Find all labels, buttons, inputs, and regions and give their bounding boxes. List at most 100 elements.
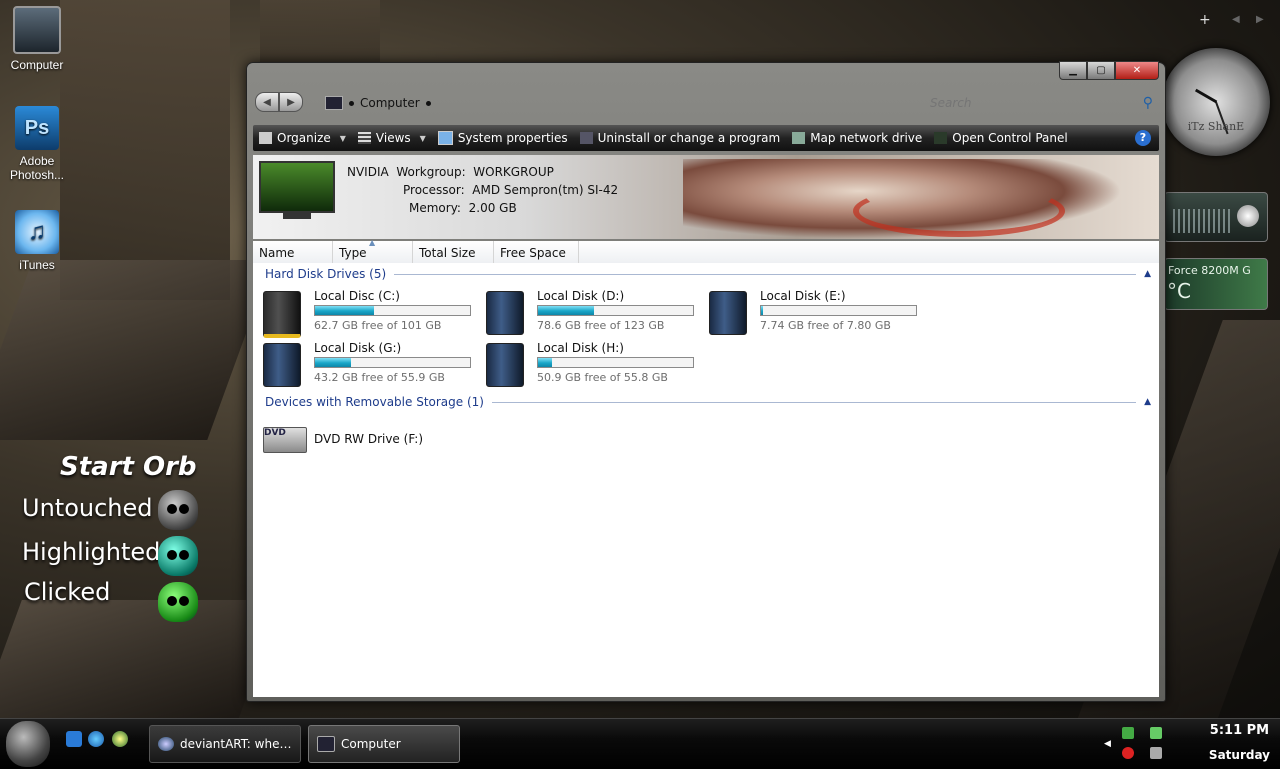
forward-button[interactable]: ▶ <box>279 92 303 112</box>
drive-free-space: 62.7 GB free of 101 GB <box>314 319 442 332</box>
collapse-chevron-icon[interactable]: ▲ <box>1144 269 1151 279</box>
taskbar-clock[interactable]: 5:11 PM Saturday <box>1209 723 1270 762</box>
clock-gadget[interactable]: iTz ShanE <box>1162 48 1270 156</box>
desktop-icon-label: Computer <box>10 58 64 72</box>
hard-drive-icon <box>709 291 747 335</box>
desktop-icon-photoshop[interactable]: Ps Adobe Photosh... <box>1 106 73 182</box>
drive-free-space: 43.2 GB free of 55.9 GB <box>314 371 445 384</box>
drive-d[interactable]: Local Disk (D:) 78.6 GB free of 123 GB <box>476 287 694 335</box>
uninstall-program-button[interactable]: Uninstall or change a program <box>574 131 787 145</box>
collapse-chevron-icon[interactable]: ▲ <box>1144 397 1151 407</box>
computer-small-icon <box>317 736 335 752</box>
breadcrumb-computer[interactable]: Computer <box>360 96 420 110</box>
drive-g[interactable]: Local Disk (G:) 43.2 GB free of 55.9 GB <box>253 339 471 387</box>
sidebar-add-gadget-icon[interactable]: + <box>1199 12 1211 28</box>
task-computer[interactable]: Computer <box>308 725 460 763</box>
drive-usage-fill <box>538 358 552 367</box>
file-list: Hard Disk Drives (5) ▲ Local Disc (C:) 6… <box>253 263 1159 697</box>
drive-h[interactable]: Local Disk (H:) 50.9 GB free of 55.8 GB <box>476 339 694 387</box>
sort-ascending-icon: ▲ <box>369 238 376 247</box>
drive-name: Local Disk (D:) <box>537 289 625 303</box>
group-removable-storage[interactable]: Devices with Removable Storage (1) ▲ <box>265 395 1151 409</box>
window-controls: ▁ ▢ ✕ <box>1059 61 1159 80</box>
volume-tray-icon[interactable] <box>1150 747 1162 759</box>
system-properties-label: System properties <box>457 131 568 145</box>
search-box: ⚲ <box>928 93 1153 113</box>
security-tray-icon[interactable] <box>1122 747 1134 759</box>
maximize-button[interactable]: ▢ <box>1087 61 1115 80</box>
column-header-name[interactable]: Name <box>253 241 333 263</box>
tray-expand-icon[interactable]: ◀ <box>1104 739 1116 751</box>
desktop-icon-label: iTunes <box>19 258 55 272</box>
task-deviantart[interactable]: deviantART: where ... <box>149 725 301 763</box>
group-title: Devices with Removable Storage (1) <box>265 395 484 409</box>
network-tray-icon[interactable] <box>1122 727 1134 739</box>
group-hard-disk-drives[interactable]: Hard Disk Drives (5) ▲ <box>265 267 1151 281</box>
drive-usage-fill <box>315 306 374 315</box>
drive-usage-bar <box>537 305 694 316</box>
navigation-bar: ◀ ▶ Computer ⚲ <box>253 89 1159 117</box>
hard-drive-icon <box>263 343 301 387</box>
gpu-temp-unit: °C <box>1167 279 1191 303</box>
command-bar: Organize ▼ Views ▼ System properties Uni… <box>253 125 1159 151</box>
workgroup-label: Workgroup: <box>396 165 466 179</box>
chevron-down-icon: ▼ <box>419 133 426 143</box>
system-drive-icon <box>263 291 301 338</box>
browser-icon[interactable] <box>112 731 128 747</box>
dvd-drive-icon: DVD <box>263 427 307 453</box>
computer-thumbnail <box>259 161 335 219</box>
clock-hour-hand <box>1194 88 1218 104</box>
taskbar-time: 5:11 PM <box>1209 723 1270 738</box>
organize-button[interactable]: Organize ▼ <box>253 131 352 145</box>
group-divider <box>394 273 1137 275</box>
skull-grey-icon <box>158 490 198 530</box>
address-bar[interactable]: Computer <box>325 93 845 113</box>
sidebar-next-icon[interactable]: ▶ <box>1256 14 1264 25</box>
help-icon[interactable]: ? <box>1135 130 1151 146</box>
show-desktop-icon[interactable] <box>66 731 82 747</box>
close-button[interactable]: ✕ <box>1115 61 1159 80</box>
group-divider <box>491 401 1137 403</box>
start-orb-button[interactable] <box>6 721 50 767</box>
drive-c[interactable]: Local Disc (C:) 62.7 GB free of 101 GB <box>253 287 471 338</box>
column-header-total-size[interactable]: Total Size <box>413 241 494 263</box>
drive-name: Local Disc (C:) <box>314 289 400 303</box>
processor-value: AMD Sempron(tm) SI-42 <box>472 183 619 197</box>
views-icon <box>357 132 371 144</box>
skull-teal-icon <box>158 536 198 576</box>
map-network-drive-label: Map network drive <box>810 131 923 145</box>
organize-label: Organize <box>277 131 331 145</box>
open-control-panel-button[interactable]: Open Control Panel <box>928 131 1073 145</box>
workgroup-value: WORKGROUP <box>473 165 554 179</box>
back-button[interactable]: ◀ <box>255 92 279 112</box>
column-header-type[interactable]: ▲ Type <box>333 238 413 263</box>
drive-e[interactable]: Local Disk (E:) 7.74 GB free of 7.80 GB <box>699 287 917 335</box>
volume-gadget[interactable] <box>1164 192 1268 242</box>
desktop-icon-itunes[interactable]: ♫ iTunes <box>1 210 73 272</box>
drive-name: Local Disk (G:) <box>314 341 402 355</box>
uninstall-program-icon <box>579 132 593 144</box>
internet-explorer-icon[interactable] <box>88 731 104 747</box>
search-icon[interactable]: ⚲ <box>1143 95 1153 111</box>
desktop-icon-computer[interactable]: Computer <box>1 6 73 72</box>
map-network-drive-button[interactable]: Map network drive <box>786 131 928 145</box>
orb-legend-highlighted: Highlighted <box>22 538 161 566</box>
drive-usage-fill <box>315 358 351 367</box>
search-input[interactable] <box>928 95 1112 111</box>
drive-name: Local Disk (H:) <box>537 341 624 355</box>
clock-gadget-label: iTz ShanE <box>1187 120 1245 133</box>
drive-name: Local Disk (E:) <box>760 289 846 303</box>
system-properties-button[interactable]: System properties <box>432 131 574 145</box>
column-header-free-space[interactable]: Free Space <box>494 241 579 263</box>
network-drive-icon <box>792 132 806 144</box>
gpu-temp-gadget[interactable]: Force 8200M G °C <box>1164 258 1268 310</box>
minimize-button[interactable]: ▁ <box>1059 61 1087 80</box>
views-button[interactable]: Views ▼ <box>352 131 432 145</box>
banner-tattoo-decoration <box>853 185 1065 237</box>
drive-usage-bar <box>760 305 917 316</box>
volume-level-bars <box>1173 209 1233 233</box>
breadcrumb-dropdown-icon[interactable] <box>425 100 431 106</box>
sidebar-prev-icon[interactable]: ◀ <box>1232 14 1240 25</box>
drive-free-space: 50.9 GB free of 55.8 GB <box>537 371 668 384</box>
connection-tray-icon[interactable] <box>1150 727 1162 739</box>
